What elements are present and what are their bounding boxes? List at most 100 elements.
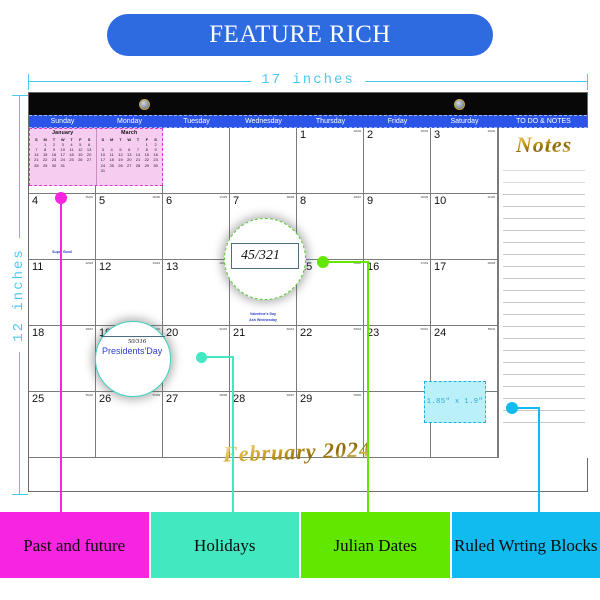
day-number: 5 <box>99 195 106 207</box>
calendar-day-cell[interactable]: 17 48/318 <box>431 260 498 326</box>
calendar-day-cell[interactable]: 3 34/332 <box>431 128 498 194</box>
height-label: 12 inches <box>11 238 27 352</box>
calendar-day-cell[interactable] <box>364 392 431 458</box>
mini-calendar-month-name: March <box>121 130 138 136</box>
day-number: 12 <box>99 261 112 273</box>
day-number: 24 <box>434 327 447 339</box>
calendar-day-cell[interactable] <box>163 128 230 194</box>
legend-item-holidays[interactable]: Holidays <box>150 512 299 578</box>
julian-date-label: 51/315 <box>219 328 227 331</box>
event-super-bowl: Super Bowl <box>52 250 72 254</box>
calendar-day-cell[interactable]: 21 52/314 <box>230 326 297 392</box>
legend-item-julian-dates[interactable]: Julian Dates <box>301 512 450 578</box>
holiday-highlight-box <box>101 336 165 337</box>
ruled-line <box>503 350 585 351</box>
calendar-day-cell[interactable]: 22 53/313 <box>297 326 364 392</box>
ruled-line <box>503 218 585 219</box>
event-ash-wednesday: Ash Wednesday <box>249 318 277 322</box>
julian-date-label: 57/309 <box>152 394 160 397</box>
calendar-day-cell[interactable]: 16 47/319 <box>364 260 431 326</box>
connector-line-holidays-h <box>202 356 234 358</box>
julian-date-label: 42/324 <box>85 262 93 265</box>
ruled-line <box>503 194 585 195</box>
mini-calendars: January S M T W T F S 1 2 3 4 5 6 7 8 9 10 11 12 13 14 15 16 17 1… <box>29 128 163 186</box>
day-number: 22 <box>300 327 313 339</box>
ruled-line <box>503 266 585 267</box>
julian-date-label: 37/329 <box>219 196 227 199</box>
julian-date-label: 35/331 <box>85 196 93 199</box>
calendar-day-cell[interactable]: 4 35/331 Super Bowl <box>29 194 96 260</box>
calendar-day-cell[interactable]: 27 58/308 <box>163 392 230 458</box>
width-dimension-guide: 17 inches <box>28 72 588 90</box>
connector-line-holidays-v <box>232 356 234 516</box>
ruled-line <box>503 242 585 243</box>
height-dimension-guide: 12 inches <box>10 95 28 495</box>
mini-calendar-table: S M T W T F S 1 2 3 4 5 6 7 8 9 10 11 12 13 14 15 16 17 18 19 20 21… <box>99 137 161 173</box>
legend-item-past-and-future[interactable]: Past and future <box>0 512 149 578</box>
ruled-line <box>503 374 585 375</box>
calendar-day-cell[interactable]: 6 37/329 <box>163 194 230 260</box>
calendar-day-cell[interactable]: 23 54/312 <box>364 326 431 392</box>
calendar-day-cell[interactable] <box>230 128 297 194</box>
julian-date-label: 36/330 <box>152 196 160 199</box>
calendar-day-cell[interactable]: 10 41/325 <box>431 194 498 260</box>
notes-script-title: Notes <box>499 132 589 158</box>
calendar-day-cell[interactable]: 15 46/320 <box>297 260 364 326</box>
connector-dot-past-future <box>55 192 67 204</box>
day-number: 2 <box>367 129 374 141</box>
calendar-day-cell[interactable]: 5 36/330 <box>96 194 163 260</box>
julian-date-label: 47/319 <box>420 262 428 265</box>
mini-day-cell <box>125 168 134 173</box>
day-number: 6 <box>166 195 173 207</box>
calendar-day-cell[interactable]: 11 42/324 <box>29 260 96 326</box>
day-number: 8 <box>300 195 307 207</box>
width-guide-cap-right <box>587 74 588 90</box>
day-header-wednesday: Wednesday <box>245 118 282 125</box>
calendar-day-cell[interactable]: 2 33/333 <box>364 128 431 194</box>
mini-day-cell: 28 <box>34 162 39 168</box>
calendar-top-bar <box>29 93 587 115</box>
day-number: 29 <box>300 393 313 405</box>
calendar-day-cell[interactable]: 1 32/334 <box>297 128 364 194</box>
mini-calendar-table: S M T W T F S 1 2 3 4 5 6 7 8 9 10 11 12 13 14 15 16 17 18 19 20 21… <box>32 137 94 168</box>
mini-calendar-march: March S M T W T F S 1 2 3 4 5 6 7 8 9 10 11 12 13 14 15 16 17 18 1… <box>95 129 163 185</box>
month-signature: February 2024 <box>222 436 372 467</box>
holiday-highlight-circle <box>95 321 171 397</box>
holiday-name-text: Presidents'Day <box>102 346 163 356</box>
width-label: 17 inches <box>251 72 365 88</box>
day-number: 11 <box>32 261 44 273</box>
ruled-line <box>503 278 585 279</box>
legend-item-label: Julian Dates <box>333 535 418 555</box>
grommet-icon-left <box>139 99 150 110</box>
mini-calendar-month-name: January <box>52 130 74 136</box>
ruled-line <box>503 170 585 171</box>
calendar-day-cell[interactable]: 12 43/323 <box>96 260 163 326</box>
calendar-day-cell[interactable]: 26 57/309 <box>96 392 163 458</box>
calendar-day-cell[interactable]: 18 49/317 <box>29 326 96 392</box>
day-number: 21 <box>233 327 246 339</box>
mini-day-cell: 30 <box>51 162 57 168</box>
julian-date-label: 60/306 <box>353 394 361 397</box>
legend-item-label: Past and future <box>23 535 126 555</box>
ruled-line <box>503 314 585 315</box>
feature-rich-banner: FEATURE RICH <box>107 14 493 56</box>
day-of-week-header: Sunday Monday Tuesday Wednesday Thursday Frid… <box>29 115 587 128</box>
calendar-day-cell[interactable]: 8 39/327 <box>297 194 364 260</box>
calendar-day-cell[interactable]: 1344/322 <box>163 260 230 326</box>
calendar-day-cell[interactable]: 9 40/326 <box>364 194 431 260</box>
connector-line-julian-h <box>324 261 369 263</box>
mini-day-cell <box>76 163 85 168</box>
ruled-line <box>503 338 585 339</box>
ruled-line <box>503 302 585 303</box>
day-number: 4 <box>32 195 39 207</box>
legend-item-ruled-wrting-blocks[interactable]: Ruled Wrting Blocks <box>451 512 600 578</box>
mini-day-cell <box>107 168 116 173</box>
calendar-day-cell[interactable]: 25 56/310 <box>29 392 96 458</box>
connector-line-past-future <box>60 198 62 516</box>
day-number: 10 <box>434 195 447 207</box>
connector-line-julian-v <box>367 261 369 516</box>
connector-line-ruled-h <box>512 407 540 409</box>
julian-date-label: 39/327 <box>353 196 361 199</box>
mini-day-cell: 31 <box>100 167 106 173</box>
height-guide-cap-top <box>12 95 28 96</box>
